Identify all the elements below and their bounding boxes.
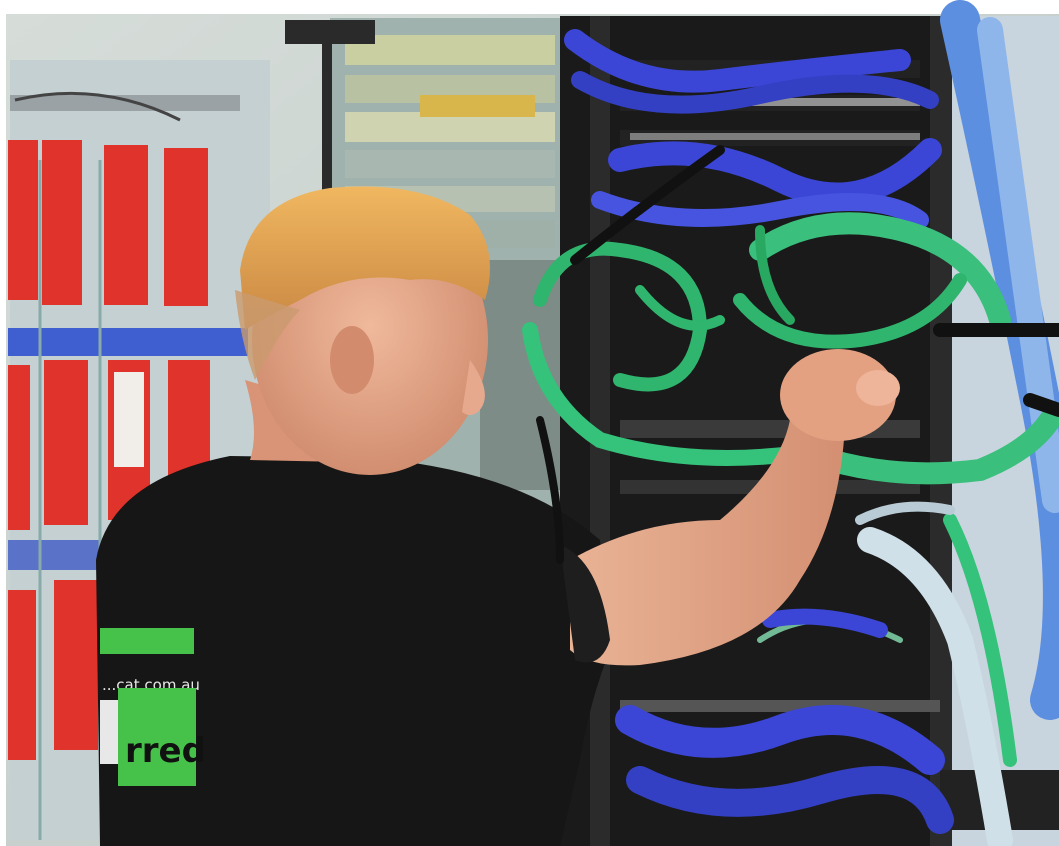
shirt-logo: ...cat.com.au rred	[100, 628, 206, 786]
shirt-print-logo: rred	[125, 731, 206, 771]
network-rack-photo: ...cat.com.au rred	[0, 0, 1059, 846]
